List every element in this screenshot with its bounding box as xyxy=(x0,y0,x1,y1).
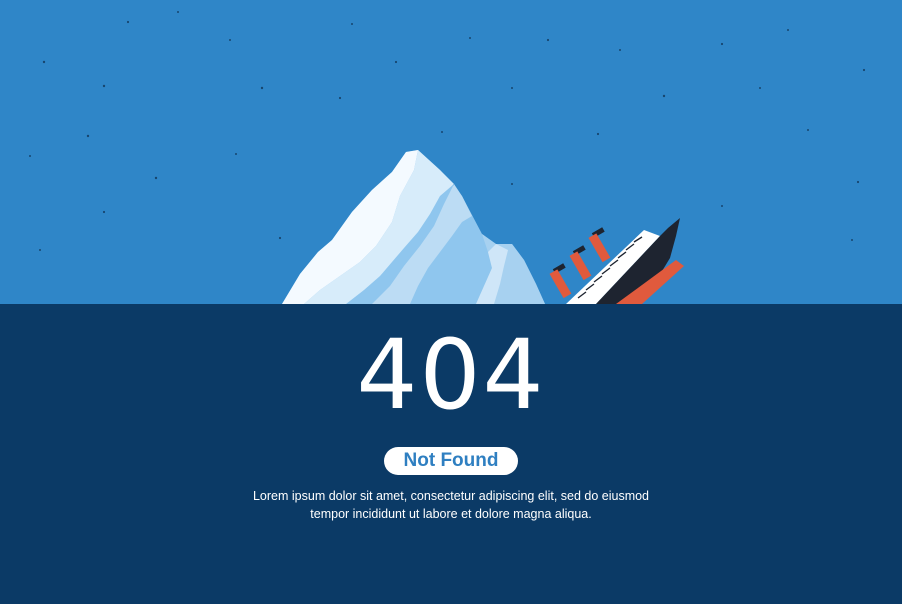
star-icon xyxy=(856,180,860,184)
star-icon xyxy=(787,29,789,31)
iceberg-icon xyxy=(282,150,545,304)
star-icon xyxy=(511,183,513,185)
not-found-badge: Not Found xyxy=(384,447,518,475)
scene-illustration xyxy=(29,11,866,304)
star-icon xyxy=(851,239,853,241)
star-icon xyxy=(441,131,443,133)
sinking-ship-icon xyxy=(549,218,684,304)
star-icon xyxy=(126,20,130,24)
star-icon xyxy=(546,38,550,42)
star-icon xyxy=(278,236,282,240)
star-icon xyxy=(29,155,31,157)
star-icon xyxy=(596,132,600,136)
star-icon xyxy=(260,86,264,90)
star-icon xyxy=(720,42,724,46)
star-icon xyxy=(154,176,158,180)
star-icon xyxy=(619,49,621,51)
star-icon xyxy=(394,60,398,64)
star-icon xyxy=(351,23,353,25)
error-code-heading: 404 xyxy=(356,319,546,431)
description-line: tempor incididunt ut labore et dolore ma… xyxy=(310,507,592,521)
star-icon xyxy=(862,68,866,72)
star-icon xyxy=(102,210,106,214)
star-icon xyxy=(511,87,513,89)
description-line: Lorem ipsum dolor sit amet, consectetur … xyxy=(252,489,650,503)
star-icon xyxy=(469,37,471,39)
star-icon xyxy=(235,153,237,155)
star-icon xyxy=(338,96,342,100)
error-description: Lorem ipsum dolor sit amet, consectetur … xyxy=(200,487,702,523)
star-icon xyxy=(177,11,179,13)
star-icon xyxy=(662,94,666,98)
not-found-page: 404 Not Found Lorem ipsum dolor sit amet… xyxy=(0,0,902,604)
star-icon xyxy=(102,84,106,88)
star-icon xyxy=(807,129,809,131)
star-icon xyxy=(86,134,90,138)
star-icon xyxy=(229,39,231,41)
star-icon xyxy=(759,87,761,89)
star-icon xyxy=(42,60,46,64)
star-icon xyxy=(721,205,723,207)
star-icon xyxy=(39,249,41,251)
